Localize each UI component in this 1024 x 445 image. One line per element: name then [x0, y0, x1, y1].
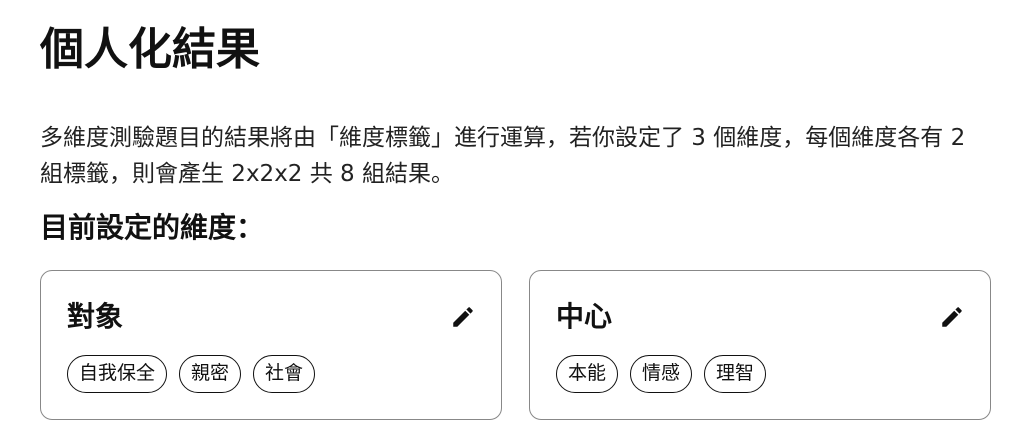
edit-dimension-button[interactable] [447, 301, 479, 333]
dimension-card: 對象 自我保全 親密 社會 [40, 270, 502, 420]
dimension-tags: 本能 情感 理智 [556, 355, 767, 393]
pencil-icon [942, 307, 962, 327]
page-description: 多維度測驗題目的結果將由「維度標籤」進行運算，若你設定了 3 個維度，每個維度各… [40, 125, 966, 187]
dimension-name: 對象 [67, 300, 124, 333]
dimension-tag: 自我保全 [67, 355, 168, 393]
dimension-tag: 親密 [179, 355, 242, 393]
dimension-tag: 理智 [704, 355, 767, 393]
dimension-tag: 本能 [556, 355, 619, 393]
dimension-tag: 社會 [253, 355, 316, 393]
dimension-card: 中心 本能 情感 理智 [529, 270, 991, 420]
edit-dimension-button[interactable] [936, 301, 968, 333]
dimension-name: 中心 [556, 300, 613, 333]
dimension-tag: 情感 [630, 355, 693, 393]
section-title: 目前設定的維度： [40, 211, 265, 244]
dimension-tags: 自我保全 親密 社會 [67, 355, 316, 393]
pencil-icon [453, 307, 473, 327]
page-title: 個人化結果 [40, 24, 260, 75]
